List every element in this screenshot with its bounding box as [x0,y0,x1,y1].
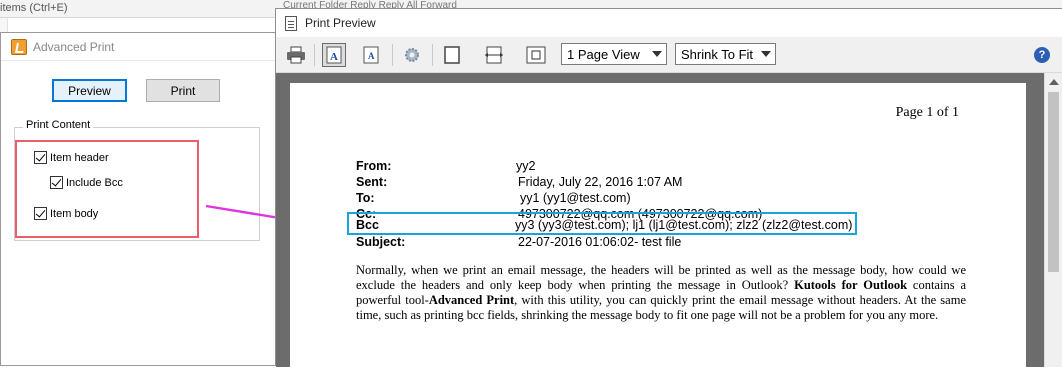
whole-page-icon[interactable] [524,43,548,67]
zoom-text-icon[interactable]: A [360,43,384,67]
print-preview-title: Print Preview [305,16,376,30]
document-icon [285,15,297,31]
kutools-app-icon [11,38,27,55]
page-view-select[interactable]: 1 Page View [561,43,667,65]
print-preview-toolbar: A A 1 Page View Shrink To Fit ? [276,37,1062,73]
help-icon[interactable]: ? [1034,47,1050,63]
print-preview-window: Print Preview A A 1 Page View Shrink To … [275,8,1062,373]
preview-button[interactable]: Preview [52,79,127,102]
advanced-print-titlebar: Advanced Print [1,33,281,61]
one-page-icon[interactable] [440,43,464,67]
bcc-highlight [347,212,857,235]
print-content-highlight [15,140,199,238]
svg-text:A: A [330,51,338,63]
message-body: Normally, when we print an email message… [356,263,966,322]
fit-mode-value: Shrink To Fit [681,46,754,62]
print-preview-titlebar: Print Preview [276,9,1062,37]
scroll-up-icon[interactable] [1045,73,1062,90]
scroll-thumb[interactable] [1048,92,1059,272]
print-content-label: Print Content [23,119,94,131]
chevron-down-icon [761,51,771,57]
actual-size-icon[interactable]: A [322,43,346,67]
printer-icon[interactable] [284,43,308,67]
advanced-print-title: Advanced Print [33,39,115,54]
background-search-hint: items (Ctrl+E) [0,2,68,14]
gear-icon[interactable] [400,43,424,67]
page-width-icon[interactable] [482,43,506,67]
svg-text:A: A [368,51,375,61]
preview-canvas: Page 1 of 1 From: yy2 Sent: Friday, July… [276,73,1044,373]
page-view-value: 1 Page View [567,46,640,62]
chevron-down-icon [652,51,662,57]
fit-mode-select[interactable]: Shrink To Fit [675,43,776,65]
print-button[interactable]: Print [146,79,220,102]
preview-page: Page 1 of 1 From: yy2 Sent: Friday, July… [290,83,1026,373]
vertical-scrollbar[interactable] [1044,73,1062,367]
page-number: Page 1 of 1 [895,105,959,120]
